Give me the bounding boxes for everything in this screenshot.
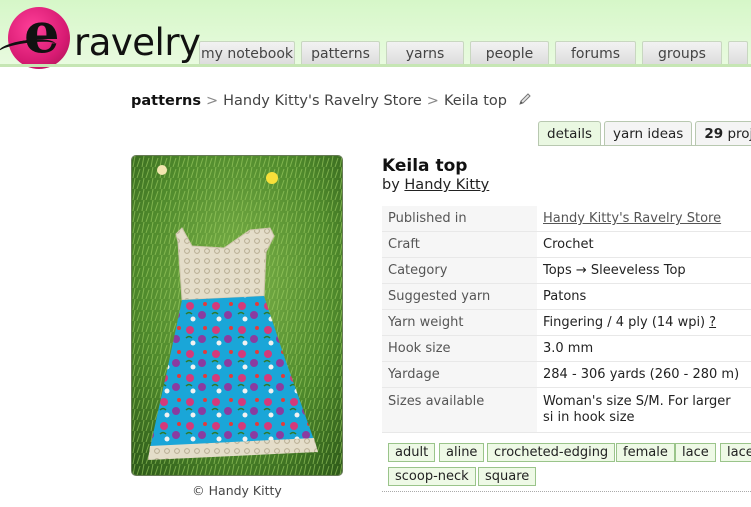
detail-value[interactable]: Patons (537, 283, 751, 310)
pencil-edit-icon[interactable] (518, 92, 532, 106)
breadcrumb-store-link[interactable]: Handy Kitty's Ravelry Store (223, 93, 422, 109)
tag[interactable]: scoop-neck (388, 467, 476, 486)
table-row: Craft Crochet (382, 231, 751, 258)
nav-tab-people[interactable]: people (470, 41, 549, 65)
projects-label: proje (727, 126, 751, 142)
breadcrumb-separator: > (205, 93, 219, 109)
tab-projects[interactable]: 29 proje (695, 121, 751, 145)
detail-key: Category (382, 257, 537, 284)
nav-tab-more[interactable] (728, 41, 748, 65)
table-row: Sizes available Woman's size S/M. For la… (382, 387, 751, 433)
photo-caption: © Handy Kitty (192, 483, 282, 498)
breadcrumb: patterns > Handy Kitty's Ravelry Store > Kei… (131, 92, 532, 109)
yarn-weight-help-link[interactable]: ? (709, 315, 716, 330)
detail-key: Published in (382, 206, 537, 232)
tag[interactable]: square (478, 467, 537, 486)
nav-tab-forums[interactable]: forums (555, 41, 636, 65)
subtab-divider (538, 145, 751, 146)
tag[interactable]: lace (675, 443, 716, 462)
designer-link[interactable]: Handy Kitty (404, 177, 489, 193)
nav-tab-yarns[interactable]: yarns (386, 41, 464, 65)
pattern-subtabs: details yarn ideas 29 proje (538, 121, 751, 145)
tag[interactable]: female (616, 443, 675, 462)
detail-key: Sizes available (382, 387, 537, 433)
detail-value: 3.0 mm (537, 335, 751, 362)
detail-key: Yarn weight (382, 309, 537, 336)
tab-yarn-ideas[interactable]: yarn ideas (603, 121, 693, 145)
ravelry-logo[interactable]: e ravelry (0, 0, 201, 69)
byline-label: by (382, 177, 400, 193)
pattern-byline: by Handy Kitty (382, 177, 489, 193)
pattern-details-table: Published in Handy Kitty's Ravelry Store… (382, 206, 751, 433)
pattern-photo-image (132, 156, 342, 475)
projects-count: 29 (704, 126, 724, 142)
breadcrumb-separator: > (426, 93, 439, 109)
table-row: Hook size 3.0 mm (382, 335, 751, 362)
table-row: Suggested yarn Patons (382, 283, 751, 310)
breadcrumb-patterns-link[interactable]: patterns (131, 93, 201, 109)
detail-value: Handy Kitty's Ravelry Store (537, 206, 751, 232)
nav-tab-patterns[interactable]: patterns (301, 41, 380, 65)
table-row: Yardage 284 - 306 yards (260 - 280 m) (382, 361, 751, 388)
table-row: Category Tops → Sleeveless Top (382, 257, 751, 284)
tag[interactable]: crocheted-edging (487, 443, 616, 462)
pattern-photo[interactable] (131, 155, 343, 476)
detail-key: Suggested yarn (382, 283, 537, 310)
yarn-weight-value: Fingering / 4 ply (14 wpi) (543, 315, 706, 330)
detail-key: Yardage (382, 361, 537, 388)
main-nav: my notebook patterns yarns people forums… (199, 41, 751, 65)
detail-value: 284 - 306 yards (260 - 280 m) (537, 361, 751, 388)
breadcrumb-current: Keila top (443, 93, 507, 109)
nav-tab-groups[interactable]: groups (642, 41, 722, 65)
published-in-link[interactable]: Handy Kitty's Ravelry Store (543, 211, 721, 226)
detail-value: Fingering / 4 ply (14 wpi)? (537, 309, 751, 336)
tag[interactable]: adult (388, 443, 436, 462)
table-row: Yarn weight Fingering / 4 ply (14 wpi)? (382, 309, 751, 336)
logo-text: ravelry (74, 21, 201, 64)
site-header: e ravelry my notebook patterns yarns peo… (0, 0, 751, 69)
detail-key: Hook size (382, 335, 537, 362)
table-row: Published in Handy Kitty's Ravelry Store (382, 206, 751, 232)
tab-details[interactable]: details (538, 121, 601, 145)
tag[interactable]: aline (439, 443, 485, 462)
nav-tab-my-notebook[interactable]: my notebook (199, 41, 295, 65)
detail-key: Craft (382, 231, 537, 258)
nav-divider (0, 64, 751, 67)
detail-value: Woman's size S/M. For larger si in hook … (537, 387, 751, 433)
pattern-title: Keila top (382, 156, 468, 176)
pattern-tags: adult aline crocheted-edging female lace… (382, 443, 751, 492)
logo-e-glyph: e (24, 0, 60, 66)
tag[interactable]: lace (720, 443, 751, 462)
detail-value: Crochet (537, 231, 751, 258)
detail-value[interactable]: Tops → Sleeveless Top (537, 257, 751, 284)
